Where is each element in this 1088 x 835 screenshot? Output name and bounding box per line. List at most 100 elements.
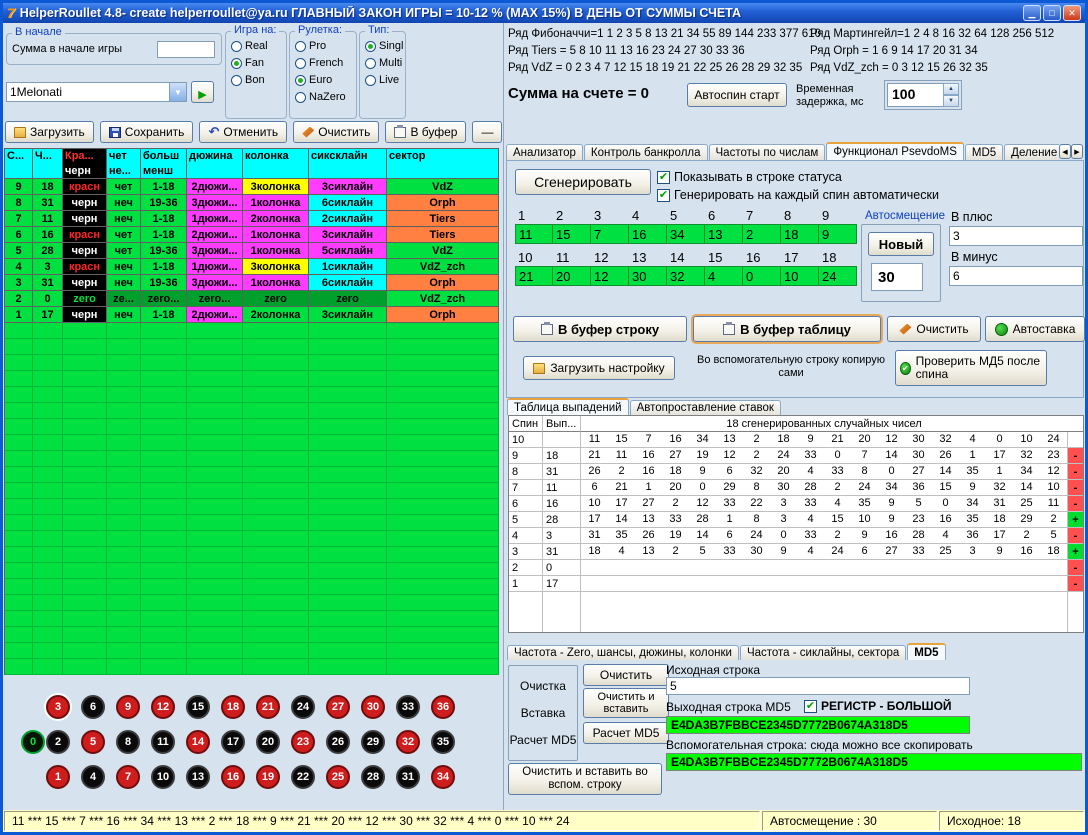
board-number-23[interactable]: 23	[291, 730, 315, 754]
board-number-19[interactable]: 19	[256, 765, 280, 789]
clear-button[interactable]: Очистить	[887, 316, 981, 342]
tab-scroll-right-button[interactable]: ▶	[1071, 144, 1083, 159]
board-number-33[interactable]: 33	[396, 695, 420, 719]
plus-input[interactable]	[949, 226, 1083, 246]
md5-clear-paste-aux-button[interactable]: Очистить и вставить во вспом. строку	[508, 763, 662, 795]
radio-singl[interactable]: Singl	[365, 40, 403, 52]
combo-arrow-icon[interactable]: ▼	[169, 83, 186, 101]
autoshift-value[interactable]: 30	[871, 263, 923, 291]
delay-value[interactable]: 100	[887, 83, 943, 107]
board-number-12[interactable]: 12	[151, 695, 175, 719]
board-number-17[interactable]: 17	[221, 730, 245, 754]
toolbar-button-загрузить[interactable]: Загрузить	[5, 121, 94, 143]
drop-number: 10	[851, 512, 878, 527]
toolbar-button-очистить[interactable]: Очистить	[293, 121, 379, 143]
autobet-button[interactable]: Автоставка	[985, 316, 1085, 342]
toolbar-button--[interactable]: —	[472, 121, 502, 143]
check-md5-button[interactable]: ✔ Проверить МД5 после спина	[895, 350, 1047, 386]
tab-md5[interactable]: MD5	[965, 144, 1003, 160]
tab-контроль-банкролла[interactable]: Контроль банкролла	[584, 144, 708, 160]
board-number-28[interactable]: 28	[361, 765, 385, 789]
board-number-7[interactable]: 7	[116, 765, 140, 789]
new-button[interactable]: Новый	[868, 232, 934, 256]
board-number-3[interactable]: 3	[46, 695, 70, 719]
generate-button[interactable]: Сгенерировать	[515, 169, 651, 195]
board-number-11[interactable]: 11	[151, 730, 175, 754]
board-number-32[interactable]: 32	[396, 730, 420, 754]
board-number-35[interactable]: 35	[431, 730, 455, 754]
md5-aux-field[interactable]: E4DA3B7FBBCE2345D7772B0674A318D5	[666, 753, 1082, 771]
subtab-автопроставление-ставок[interactable]: Автопроставление ставок	[630, 400, 781, 415]
board-number-20[interactable]: 20	[256, 730, 280, 754]
board-number-13[interactable]: 13	[186, 765, 210, 789]
buffer-row-button[interactable]: В буфер строку	[513, 316, 687, 342]
toolbar-button-в-буфер[interactable]: В буфер	[385, 121, 466, 143]
board-number-18[interactable]: 18	[221, 695, 245, 719]
maximize-button[interactable]: □	[1043, 5, 1061, 21]
board-number-16[interactable]: 16	[221, 765, 245, 789]
minimize-button[interactable]: ▁	[1023, 5, 1041, 21]
board-number-26[interactable]: 26	[326, 730, 350, 754]
autospin-start-button[interactable]: Автоспин старт	[687, 83, 787, 107]
radio-nazero[interactable]: NaZero	[295, 91, 354, 103]
subtab-таблица-выпадений[interactable]: Таблица выпадений	[507, 398, 629, 415]
board-number-14[interactable]: 14	[186, 730, 210, 754]
tab-функционал-psevdoms[interactable]: Функционал PsevdoMS	[826, 142, 964, 160]
board-number-24[interactable]: 24	[291, 695, 315, 719]
radio-euro[interactable]: Euro	[295, 74, 354, 86]
md5-clear-button[interactable]: Очистить	[583, 664, 669, 686]
close-button[interactable]: ✕	[1063, 5, 1081, 21]
toolbar-button-отменить[interactable]: Отменить	[199, 121, 287, 143]
board-number-36[interactable]: 36	[431, 695, 455, 719]
buffer-table-button[interactable]: В буфер таблицу	[693, 316, 881, 342]
radio-real[interactable]: Real	[231, 40, 284, 52]
checkbox-show-status[interactable]: ✔ Показывать в строке статуса	[657, 170, 842, 184]
board-number-30[interactable]: 30	[361, 695, 385, 719]
freqtab-частота-сиклайны-сектора[interactable]: Частота - сиклайны, сектора	[740, 645, 906, 660]
board-number-8[interactable]: 8	[116, 730, 140, 754]
radio-multi[interactable]: Multi	[365, 57, 403, 69]
board-number-4[interactable]: 4	[81, 765, 105, 789]
board-number-27[interactable]: 27	[326, 695, 350, 719]
tab-scroll-left-button[interactable]: ◀	[1059, 144, 1071, 159]
board-number-31[interactable]: 31	[396, 765, 420, 789]
board-number-0[interactable]: 0	[21, 730, 45, 754]
delay-up-button[interactable]: ▲	[943, 83, 959, 95]
board-number-2[interactable]: 2	[46, 730, 70, 754]
md5-calc-button[interactable]: Расчет MD5	[583, 722, 669, 744]
radio-pro[interactable]: Pro	[295, 40, 354, 52]
board-number-1[interactable]: 1	[46, 765, 70, 789]
checkbox-generate-every-spin[interactable]: ✔ Генерировать на каждый спин автоматиче…	[657, 188, 939, 202]
board-number-25[interactable]: 25	[326, 765, 350, 789]
tab-анализатор[interactable]: Анализатор	[506, 144, 583, 160]
radio-bon[interactable]: Bon	[231, 74, 284, 86]
md5-clear-paste-button[interactable]: Очистить и вставить	[583, 688, 669, 718]
tab-деление-ко-[interactable]: Деление ко...	[1004, 144, 1059, 160]
radio-fan[interactable]: Fan	[231, 57, 284, 69]
freqtab-md5[interactable]: MD5	[907, 643, 945, 660]
board-number-34[interactable]: 34	[431, 765, 455, 789]
tab-частоты-по-числам[interactable]: Частоты по числам	[709, 144, 826, 160]
board-number-29[interactable]: 29	[361, 730, 385, 754]
board-number-9[interactable]: 9	[116, 695, 140, 719]
toolbar-button-сохранить[interactable]: Сохранить	[100, 121, 194, 143]
load-settings-button[interactable]: Загрузить настройку	[523, 356, 675, 380]
board-number-21[interactable]: 21	[256, 695, 280, 719]
radio-live[interactable]: Live	[365, 74, 403, 86]
board-number-22[interactable]: 22	[291, 765, 315, 789]
board-number-5[interactable]: 5	[81, 730, 105, 754]
checkbox-register-uppercase[interactable]: ✔ РЕГИСТР - БОЛЬШОЙ	[804, 699, 952, 713]
radio-french[interactable]: French	[295, 57, 354, 69]
board-number-15[interactable]: 15	[186, 695, 210, 719]
freqtab-частота-zero-шансы-дюжины-колонки[interactable]: Частота - Zero, шансы, дюжины, колонки	[507, 645, 739, 660]
preset-select[interactable]: 1Melonati ▼	[6, 82, 187, 102]
board-number-6[interactable]: 6	[81, 695, 105, 719]
md5-source-input[interactable]	[666, 677, 970, 695]
board-number-10[interactable]: 10	[151, 765, 175, 789]
delay-down-button[interactable]: ▼	[943, 95, 959, 107]
minus-input[interactable]	[949, 266, 1083, 286]
start-sum-input[interactable]	[157, 41, 215, 58]
history-empty-cell	[387, 419, 499, 435]
radio-label-french: French	[309, 57, 343, 69]
run-button[interactable]	[191, 81, 214, 103]
